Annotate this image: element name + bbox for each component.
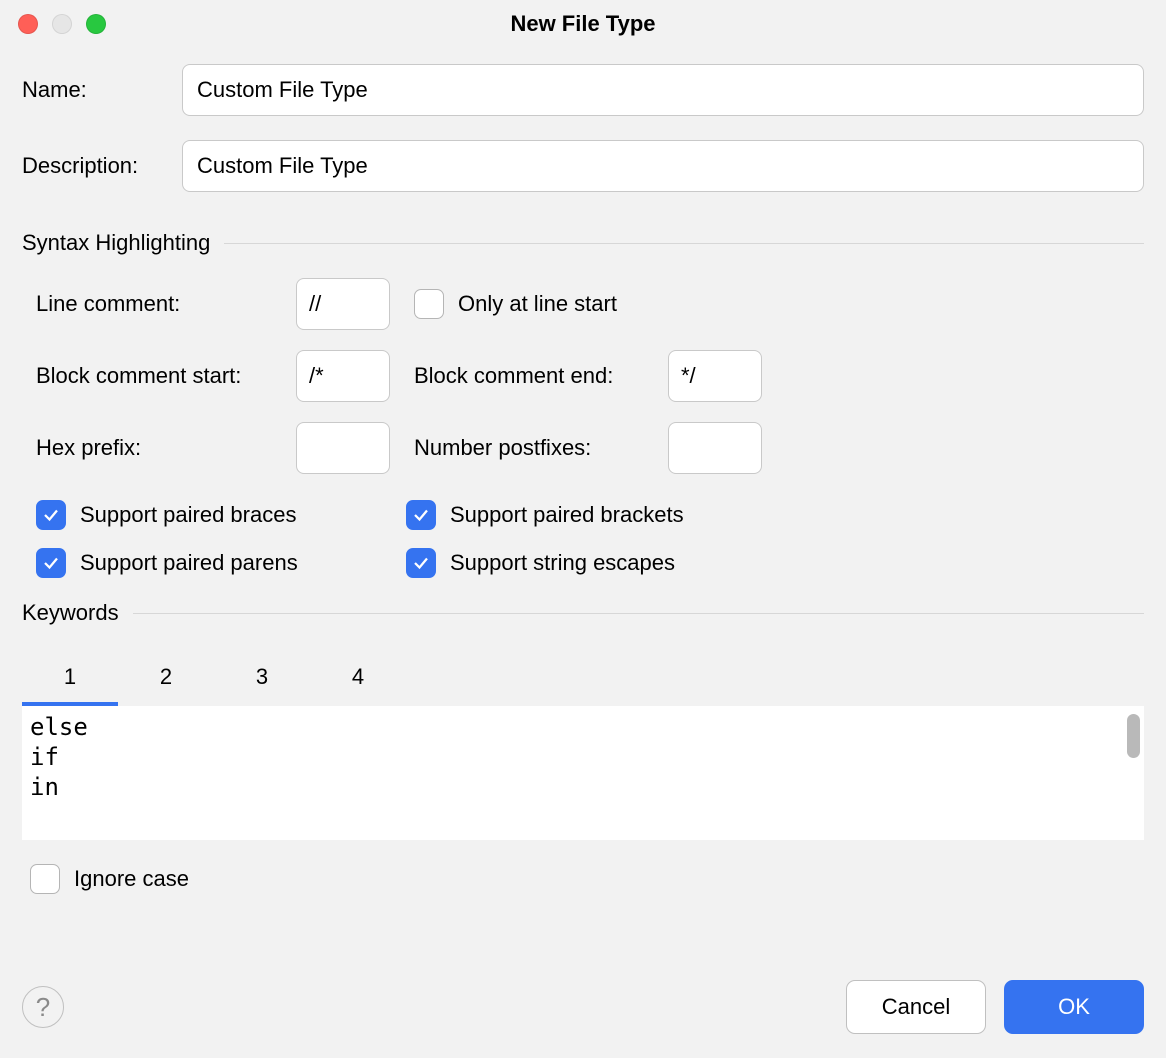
line-comment-row: Line comment: Only at line start xyxy=(36,278,1144,330)
support-brackets-checkbox[interactable] xyxy=(406,500,436,530)
keywords-section-title: Keywords xyxy=(22,600,119,626)
help-button[interactable]: ? xyxy=(22,986,64,1028)
hex-prefix-input[interactable] xyxy=(296,422,390,474)
name-row: Name: xyxy=(22,64,1144,116)
hex-number-row: Hex prefix: Number postfixes: xyxy=(36,422,1144,474)
only-line-start-label: Only at line start xyxy=(458,291,617,317)
traffic-lights xyxy=(18,14,106,34)
only-line-start-check[interactable]: Only at line start xyxy=(414,289,617,319)
description-label: Description: xyxy=(22,153,182,179)
scrollbar-thumb[interactable] xyxy=(1127,714,1140,758)
keywords-section-header: Keywords xyxy=(22,600,1144,626)
only-line-start-checkbox[interactable] xyxy=(414,289,444,319)
ignore-case-checkbox[interactable] xyxy=(30,864,60,894)
support-braces-check[interactable]: Support paired braces xyxy=(36,500,406,530)
keywords-tab-4[interactable]: 4 xyxy=(310,650,406,706)
keywords-list[interactable]: elseifin xyxy=(22,706,1144,840)
description-input[interactable] xyxy=(182,140,1144,192)
keywords-tabs: 1234 xyxy=(22,650,1144,706)
support-escapes-label: Support string escapes xyxy=(450,550,675,576)
syntax-section-title: Syntax Highlighting xyxy=(22,230,210,256)
ignore-case-row: Ignore case xyxy=(22,840,1144,894)
name-input[interactable] xyxy=(182,64,1144,116)
block-end-input[interactable] xyxy=(668,350,762,402)
footer-buttons: Cancel OK xyxy=(846,980,1144,1034)
syntax-section-header: Syntax Highlighting xyxy=(22,230,1144,256)
block-end-label: Block comment end: xyxy=(414,363,668,389)
keyword-item[interactable]: else xyxy=(30,712,1136,742)
titlebar: New File Type xyxy=(0,0,1166,44)
line-comment-input[interactable] xyxy=(296,278,390,330)
ignore-case-label: Ignore case xyxy=(74,866,189,892)
support-braces-label: Support paired braces xyxy=(80,502,296,528)
minimize-window-button[interactable] xyxy=(52,14,72,34)
description-row: Description: xyxy=(22,140,1144,192)
divider xyxy=(224,243,1144,244)
dialog-footer: ? Cancel OK xyxy=(0,950,1166,1058)
divider xyxy=(133,613,1144,614)
keywords-tab-2[interactable]: 2 xyxy=(118,650,214,706)
support-escapes-checkbox[interactable] xyxy=(406,548,436,578)
dialog-content: Name: Description: Syntax Highlighting L… xyxy=(0,44,1166,950)
support-parens-checkbox[interactable] xyxy=(36,548,66,578)
window-title: New File Type xyxy=(0,11,1166,37)
support-escapes-check[interactable]: Support string escapes xyxy=(406,548,1144,578)
close-window-button[interactable] xyxy=(18,14,38,34)
support-brackets-check[interactable]: Support paired brackets xyxy=(406,500,1144,530)
support-checks-grid: Support paired braces Support paired bra… xyxy=(22,500,1144,578)
keyword-item[interactable]: in xyxy=(30,772,1136,802)
support-braces-checkbox[interactable] xyxy=(36,500,66,530)
dialog-window: New File Type Name: Description: Syntax … xyxy=(0,0,1166,1058)
support-brackets-label: Support paired brackets xyxy=(450,502,684,528)
keyword-item[interactable]: if xyxy=(30,742,1136,772)
name-label: Name: xyxy=(22,77,182,103)
number-postfix-label: Number postfixes: xyxy=(414,435,668,461)
block-comment-row: Block comment start: Block comment end: xyxy=(36,350,1144,402)
support-parens-check[interactable]: Support paired parens xyxy=(36,548,406,578)
support-parens-label: Support paired parens xyxy=(80,550,298,576)
keywords-tab-1[interactable]: 1 xyxy=(22,650,118,706)
line-comment-label: Line comment: xyxy=(36,291,296,317)
cancel-button[interactable]: Cancel xyxy=(846,980,986,1034)
number-postfix-input[interactable] xyxy=(668,422,762,474)
maximize-window-button[interactable] xyxy=(86,14,106,34)
block-start-input[interactable] xyxy=(296,350,390,402)
ok-button[interactable]: OK xyxy=(1004,980,1144,1034)
syntax-grid: Line comment: Only at line start Block c… xyxy=(22,278,1144,494)
keywords-tab-3[interactable]: 3 xyxy=(214,650,310,706)
hex-prefix-label: Hex prefix: xyxy=(36,435,296,461)
block-start-label: Block comment start: xyxy=(36,363,296,389)
